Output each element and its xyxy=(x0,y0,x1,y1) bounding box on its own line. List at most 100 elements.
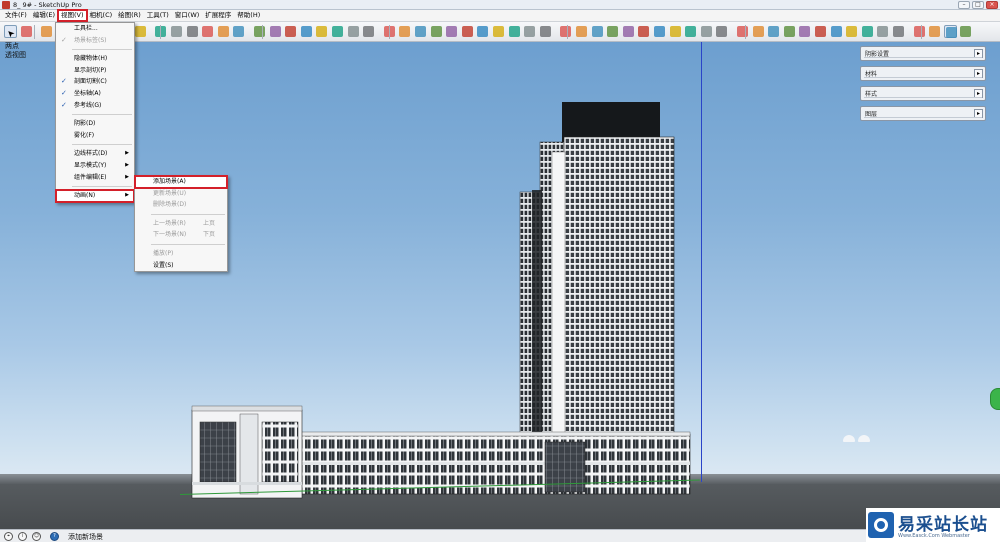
extension-icon[interactable] xyxy=(331,25,344,38)
user-icon[interactable]: ☺ xyxy=(32,532,41,541)
zoom-tool-icon xyxy=(430,26,442,37)
menu-item[interactable]: 添加场景(A) xyxy=(134,175,228,189)
layers-icon xyxy=(945,27,957,38)
push-pull-icon[interactable] xyxy=(232,25,245,38)
menu-item[interactable]: ✓ 剖面切割(C) xyxy=(56,76,134,88)
component-icon[interactable] xyxy=(959,25,972,38)
component-icon xyxy=(622,26,634,37)
orbit-tool-icon[interactable] xyxy=(736,25,749,38)
style-icon[interactable] xyxy=(637,25,650,38)
pan-tool-icon[interactable] xyxy=(414,25,427,38)
menu-item[interactable]: 设置(S) xyxy=(135,260,227,272)
menu-item[interactable]: 组件编辑(E) ▶ xyxy=(56,172,134,184)
menu-item[interactable]: 工具栏... xyxy=(56,23,134,35)
3d-viewport[interactable]: 两点 透视图 xyxy=(0,42,1000,529)
section-plane-icon[interactable] xyxy=(928,25,941,38)
pencil-tool-icon[interactable] xyxy=(40,25,53,38)
shadow-icon[interactable] xyxy=(315,25,328,38)
component-icon[interactable] xyxy=(284,25,297,38)
minimize-button[interactable]: – xyxy=(958,1,970,9)
rotate-tool-icon[interactable] xyxy=(523,25,536,38)
move-tool-icon[interactable] xyxy=(170,25,183,38)
menu-item[interactable]: 显示模式(Y) ▶ xyxy=(56,160,134,172)
geo-location-icon[interactable]: ⌖ xyxy=(4,532,13,541)
section-plane-icon[interactable] xyxy=(591,25,604,38)
layers-icon[interactable] xyxy=(943,25,957,38)
eraser-tool-icon[interactable] xyxy=(700,25,713,38)
menu-extensions[interactable]: 扩展程序 xyxy=(202,10,234,21)
scale-tool-icon[interactable] xyxy=(201,25,214,38)
style-icon[interactable] xyxy=(300,25,313,38)
close-button[interactable]: × xyxy=(986,1,998,9)
sketchup-app-icon xyxy=(2,1,10,9)
section-plane-icon[interactable] xyxy=(253,25,266,38)
component-icon[interactable] xyxy=(622,25,635,38)
rotate-tool-icon[interactable] xyxy=(186,25,199,38)
menu-item[interactable]: 显示剖切(P) xyxy=(56,65,134,77)
menu-item[interactable]: 边线样式(D) ▶ xyxy=(56,148,134,160)
eraser-tool-icon[interactable] xyxy=(362,25,375,38)
offset-tool-icon[interactable] xyxy=(892,25,905,38)
maximize-button[interactable]: □ xyxy=(972,1,984,9)
push-pull-icon[interactable] xyxy=(575,25,588,38)
tape-measure-icon[interactable] xyxy=(461,25,474,38)
walk-tool-icon[interactable] xyxy=(445,25,458,38)
menu-item: 更新场景(U) xyxy=(135,188,227,200)
menu-item: 删除场景(D) xyxy=(135,199,227,211)
walk-tool-icon xyxy=(446,26,458,37)
offset-tool-icon[interactable] xyxy=(559,25,572,38)
text-tool-icon[interactable] xyxy=(134,25,147,38)
text-tool-icon[interactable] xyxy=(814,25,827,38)
tray-materials[interactable]: 材料 ▸ xyxy=(860,66,986,81)
zoom-tool-icon[interactable] xyxy=(767,25,780,38)
select-tool-icon[interactable] xyxy=(347,25,360,38)
select-tool-icon[interactable]: ➤ xyxy=(4,25,18,40)
scale-tool-icon[interactable] xyxy=(876,25,889,38)
move-tool-icon[interactable] xyxy=(508,25,521,38)
tape-measure-icon[interactable] xyxy=(798,25,811,38)
menu-divider xyxy=(72,186,132,188)
select-tool-icon[interactable] xyxy=(684,25,697,38)
walk-tool-icon[interactable] xyxy=(783,25,796,38)
side-tab-button[interactable] xyxy=(990,388,1000,410)
menu-camera[interactable]: 相机(C) xyxy=(87,10,116,21)
menu-item-label: 组件编辑(E) xyxy=(74,173,107,181)
menu-file[interactable]: 文件(F) xyxy=(2,10,30,21)
menu-tools[interactable]: 工具(T) xyxy=(144,10,172,21)
menu-window[interactable]: 窗口(W) xyxy=(172,10,203,21)
rotate-tool-icon[interactable] xyxy=(861,25,874,38)
text-tool-icon[interactable] xyxy=(476,25,489,38)
orbit-tool-icon[interactable] xyxy=(398,25,411,38)
menu-item[interactable]: 隐藏物体(H) xyxy=(56,53,134,65)
select-tool-icon: ➤ xyxy=(4,26,18,40)
offset-tool-icon[interactable] xyxy=(217,25,230,38)
push-pull-icon[interactable] xyxy=(913,25,926,38)
menu-item[interactable]: 阴影(D) xyxy=(56,118,134,130)
menu-draw[interactable]: 绘图(R) xyxy=(115,10,144,21)
tray-shadow-settings[interactable]: 阴影设置 ▸ xyxy=(860,46,986,61)
pencil-tool-icon[interactable] xyxy=(715,25,728,38)
menu-item[interactable]: 雾化(F) xyxy=(56,130,134,142)
layers-icon[interactable] xyxy=(606,25,619,38)
eraser-tool-icon[interactable] xyxy=(20,25,33,38)
shadow-icon[interactable] xyxy=(653,25,666,38)
menu-edit[interactable]: 编辑(E) xyxy=(30,10,58,21)
pan-tool-icon[interactable] xyxy=(752,25,765,38)
help-icon[interactable]: ? xyxy=(50,532,59,541)
menu-item[interactable]: ✓ 参考线(G) xyxy=(56,100,134,112)
menu-view[interactable]: 视图(V) xyxy=(57,9,88,22)
menu-item-label: 阴影(D) xyxy=(74,120,96,128)
menu-item[interactable]: ✓ 坐标轴(A) xyxy=(56,88,134,100)
scale-tool-icon[interactable] xyxy=(539,25,552,38)
zoom-tool-icon[interactable] xyxy=(430,25,443,38)
tray-layers[interactable]: 图层 ▸ xyxy=(860,106,986,121)
menu-help[interactable]: 帮助(H) xyxy=(234,10,263,21)
extension-icon[interactable] xyxy=(669,25,682,38)
tray-styles[interactable]: 样式 ▸ xyxy=(860,86,986,101)
layers-icon[interactable] xyxy=(269,25,282,38)
move-tool-icon[interactable] xyxy=(845,25,858,38)
paint-bucket-icon[interactable] xyxy=(492,25,505,38)
menu-item[interactable]: 动画(N) ▶ xyxy=(55,189,135,203)
credits-icon[interactable]: i xyxy=(18,532,27,541)
paint-bucket-icon[interactable] xyxy=(830,25,843,38)
